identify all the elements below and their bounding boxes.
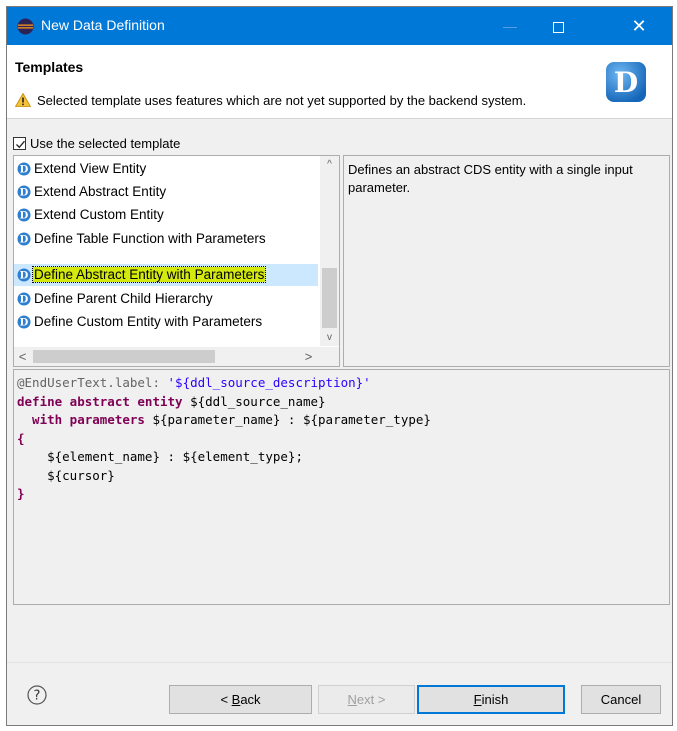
finish-mnemonic: F: [473, 692, 482, 707]
page-heading: Templates: [15, 59, 84, 75]
scroll-right-icon[interactable]: >: [300, 347, 317, 366]
ddl-template-icon: D: [17, 185, 31, 199]
list-item-label: Extend View Entity: [34, 161, 147, 176]
separator: :: [160, 449, 183, 464]
finish-label: inish: [481, 692, 509, 707]
finish-button[interactable]: Finish: [417, 685, 565, 714]
svg-text:D: D: [20, 211, 29, 222]
string-literal: '${ddl_source_description}': [167, 375, 371, 390]
scrollbar-corner: [320, 347, 339, 366]
back-button[interactable]: < Back: [169, 685, 312, 714]
svg-text:D: D: [20, 318, 29, 329]
template-preview: @EndUserText.label: '${ddl_source_descri…: [13, 369, 670, 605]
data-definition-logo-icon: D: [606, 62, 646, 102]
maximize-icon: [552, 21, 564, 33]
svg-text:D: D: [614, 66, 638, 99]
list-item-label: Define Parent Child Hierarchy: [34, 291, 213, 306]
footer-divider: [7, 662, 672, 663]
dialog-window: New Data Definition — ✕ Templates Select…: [6, 6, 673, 726]
annotation-text: @EndUserText.label:: [17, 375, 168, 390]
warning-icon: [15, 93, 31, 107]
list-item[interactable]: D Extend View Entity: [16, 158, 316, 180]
header-banner: Templates Selected template uses feature…: [7, 45, 672, 119]
brace: {: [17, 430, 25, 446]
cancel-button[interactable]: Cancel: [581, 685, 661, 714]
close-button[interactable]: ✕: [616, 7, 662, 45]
scroll-left-icon[interactable]: <: [14, 347, 31, 366]
ddl-template-icon: D: [17, 292, 31, 306]
terminator: ;: [295, 449, 303, 464]
back-label: ack: [240, 692, 261, 707]
next-mnemonic: N: [347, 692, 357, 707]
placeholder-variable: ${element_name}: [17, 449, 160, 464]
svg-text:D: D: [20, 235, 29, 246]
warning-message: Selected template uses features which ar…: [37, 93, 527, 108]
template-description: Defines an abstract CDS entity with a si…: [343, 155, 670, 367]
horizontal-scroll-thumb[interactable]: [33, 350, 215, 363]
use-template-label: Use the selected template: [30, 136, 181, 151]
next-label: ext >: [356, 692, 386, 707]
placeholder-variable: ${ddl_source_name}: [190, 393, 326, 409]
ddl-template-icon: D: [17, 208, 31, 222]
horizontal-scrollbar[interactable]: < >: [14, 347, 320, 366]
placeholder-variable: ${parameter_name}: [152, 412, 281, 427]
placeholder-variable: ${element_type}: [182, 449, 296, 464]
ddl-template-icon: D: [17, 162, 31, 176]
scroll-down-icon[interactable]: v: [320, 329, 339, 346]
placeholder-variable: ${parameter_type}: [302, 412, 431, 427]
ddl-template-icon: D: [17, 268, 31, 282]
help-icon[interactable]: ?: [27, 685, 47, 705]
list-item[interactable]: D Define Table Function with Parameters: [16, 228, 316, 250]
list-item-label: Define Abstract Entity with Parameters: [31, 266, 267, 283]
list-item-label: Define Table Function with Parameters: [34, 231, 266, 246]
ddl-template-icon: D: [17, 315, 31, 329]
separator: :: [280, 412, 303, 427]
svg-text:D: D: [20, 295, 29, 306]
svg-text:D: D: [20, 165, 29, 176]
ddl-template-icon: D: [17, 232, 31, 246]
list-item-label: Extend Custom Entity: [34, 207, 164, 222]
list-item-selected[interactable]: D Define Abstract Entity with Parameters: [16, 264, 316, 286]
vertical-scrollbar[interactable]: ^ v: [320, 156, 339, 346]
placeholder-variable: ${cursor}: [17, 467, 115, 483]
window-title: New Data Definition: [41, 17, 165, 33]
back-prefix: <: [220, 692, 232, 707]
next-button[interactable]: Next >: [318, 685, 415, 714]
scroll-up-icon[interactable]: ^: [320, 156, 339, 173]
list-item-label: Extend Abstract Entity: [34, 184, 167, 199]
list-item[interactable]: D Define Custom Entity with Parameters: [16, 311, 316, 333]
svg-text:D: D: [20, 271, 29, 282]
svg-text:D: D: [20, 188, 29, 199]
svg-text:?: ?: [34, 689, 41, 704]
keyword: define abstract entity: [17, 393, 191, 409]
brace: }: [17, 486, 25, 501]
checkmark-icon: [16, 140, 25, 149]
eclipse-icon: [17, 18, 34, 35]
list-item-label: Define Custom Entity with Parameters: [34, 314, 263, 329]
title-bar[interactable]: New Data Definition — ✕: [7, 7, 672, 45]
keyword: with parameters: [17, 412, 153, 427]
list-item[interactable]: D Extend Custom Entity: [16, 204, 316, 226]
maximize-button[interactable]: [535, 7, 581, 45]
template-list[interactable]: D Extend View Entity D Extend Abstract E…: [13, 155, 340, 367]
minimize-button[interactable]: —: [487, 7, 533, 45]
list-item[interactable]: D Define Parent Child Hierarchy: [16, 288, 316, 310]
vertical-scroll-thumb[interactable]: [322, 268, 337, 328]
use-template-checkbox[interactable]: [13, 137, 26, 150]
list-item[interactable]: D Extend Abstract Entity: [16, 181, 316, 203]
